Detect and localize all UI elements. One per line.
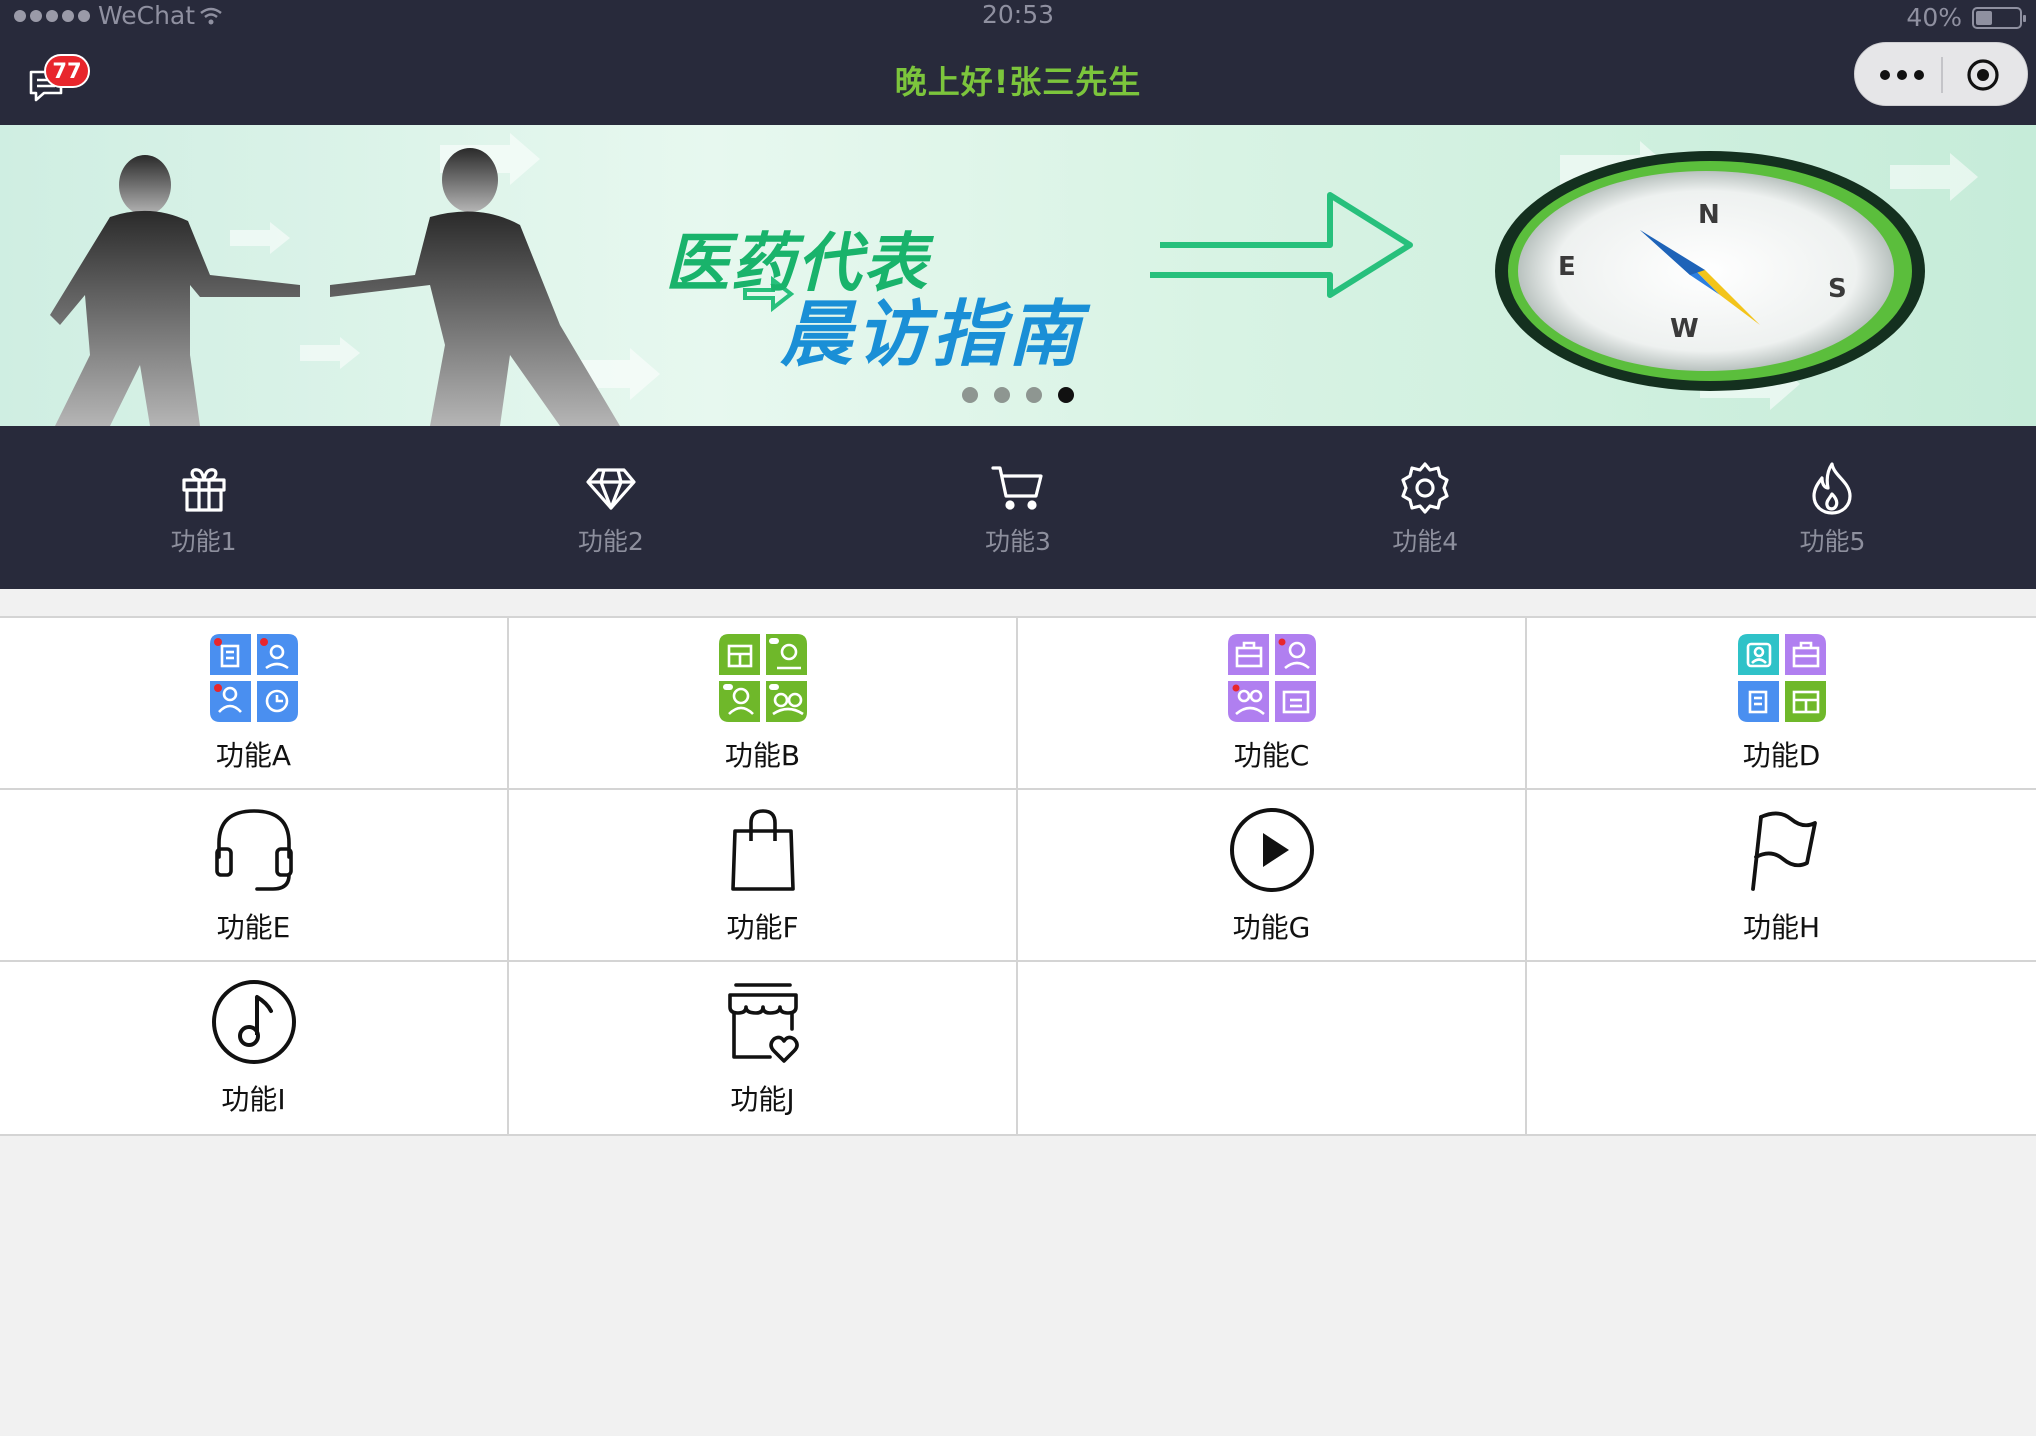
quick-function-label: 功能4: [1392, 527, 1459, 556]
clock: 20:53: [981, 0, 1055, 29]
grid-item-label: 功能H: [1742, 911, 1821, 944]
grid-item-i[interactable]: 功能I: [0, 962, 509, 1134]
grid-empty-cell: [1018, 962, 1527, 1134]
svg-text:W: W: [1670, 314, 1699, 344]
battery-info: 40%: [1906, 3, 2026, 32]
grid-item-j[interactable]: 功能J: [509, 962, 1018, 1134]
grid-item-label: 功能A: [215, 739, 292, 772]
close-miniprogram-button[interactable]: [1965, 57, 2001, 93]
status-bar: WeChat 20:53 40%: [0, 0, 2036, 32]
grid-item-b[interactable]: 功能B: [509, 618, 1018, 790]
grid-item-label: 功能G: [1232, 911, 1311, 944]
flag-icon: [1750, 811, 1817, 891]
quick-function-5[interactable]: 功能5: [1629, 426, 2036, 589]
grid-item-label: 功能C: [1233, 739, 1310, 772]
quick-function-4[interactable]: 功能4: [1222, 426, 1629, 589]
gift-icon: [181, 468, 226, 512]
quick-function-bar: 功能1 功能2 功能3 功能4 功能5: [0, 426, 2036, 589]
play-circle-icon: [1229, 808, 1314, 892]
grid-item-label: 功能F: [726, 911, 799, 944]
grid-item-e[interactable]: 功能E: [0, 790, 509, 962]
quick-function-label: 功能3: [985, 527, 1051, 556]
music-note-icon: [211, 980, 296, 1064]
grid-item-h[interactable]: 功能H: [1527, 790, 2036, 962]
page-title: 晚上好!张三先生: [894, 63, 1142, 101]
navigation-bar: 77 晚上好!张三先生: [0, 32, 2036, 125]
carousel-dot[interactable]: [962, 387, 978, 403]
grid-item-label: 功能D: [1742, 739, 1821, 772]
quick-function-2[interactable]: 功能2: [407, 426, 814, 589]
quick-function-label: 功能2: [577, 527, 644, 556]
handshake-silhouettes: [50, 148, 620, 426]
carousel-dot[interactable]: [1026, 387, 1042, 403]
menu-capsule: [1854, 42, 2028, 106]
quad-green-icon: [718, 634, 807, 722]
quick-function-1[interactable]: 功能1: [0, 426, 407, 589]
grid-item-g[interactable]: 功能G: [1018, 790, 1527, 962]
store-heart-icon: [727, 983, 799, 1063]
cart-icon: [991, 466, 1043, 510]
more-button[interactable]: [1875, 61, 1929, 89]
grid-item-d[interactable]: 功能D: [1527, 618, 2036, 790]
quick-function-3[interactable]: 功能3: [814, 426, 1221, 589]
quick-function-label: 功能5: [1799, 527, 1866, 556]
quad-blue-icon: [209, 634, 298, 722]
carousel-dot-active[interactable]: [1058, 387, 1074, 403]
quad-multicolor-icon: [1737, 634, 1826, 722]
diamond-icon: [586, 468, 636, 510]
compass-graphic: N E S W: [1495, 151, 1925, 391]
svg-text:E: E: [1558, 252, 1576, 282]
gear-icon: [1401, 462, 1449, 514]
carousel-indicators: [0, 387, 2036, 403]
grid-item-f[interactable]: 功能F: [509, 790, 1018, 962]
headset-icon: [214, 809, 293, 891]
grid-item-label: 功能B: [724, 739, 801, 772]
grid-item-label: 功能I: [221, 1083, 286, 1116]
function-grid: 功能A 功能B 功能C 功能D 功能E 功能F 功能G 功能H 功能I 功能J: [0, 616, 2036, 1136]
quick-function-label: 功能1: [170, 527, 237, 556]
battery-percent: 40%: [1906, 3, 1962, 32]
svg-text:S: S: [1828, 274, 1847, 304]
grid-item-label: 功能J: [730, 1083, 795, 1116]
quad-purple-icon: [1227, 634, 1316, 722]
battery-icon: [1972, 6, 2026, 29]
flame-icon: [1812, 462, 1853, 515]
grid-item-a[interactable]: 功能A: [0, 618, 509, 790]
carousel-dot[interactable]: [994, 387, 1010, 403]
grid-empty-cell: [1527, 962, 2036, 1134]
svg-text:N: N: [1698, 200, 1720, 230]
banner-subheadline: 晨访指南: [780, 292, 1085, 376]
grid-item-c[interactable]: 功能C: [1018, 618, 1527, 790]
banner-carousel[interactable]: N E S W 医药代表 晨访指南: [0, 125, 2036, 426]
grid-item-label: 功能E: [216, 911, 291, 944]
shopping-bag-icon: [730, 809, 795, 891]
